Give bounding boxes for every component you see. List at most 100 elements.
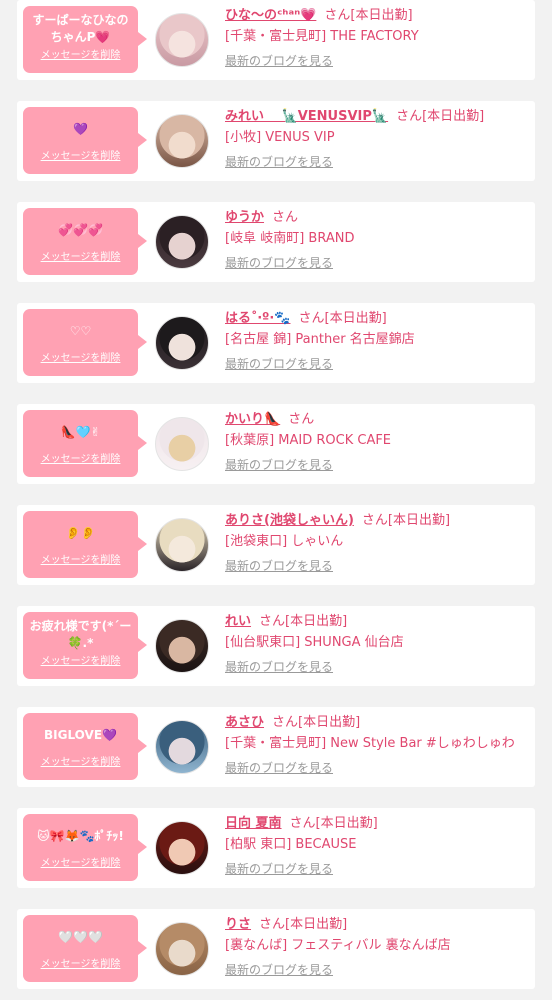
shop-name: [小牧] VENUS VIP bbox=[225, 130, 335, 145]
duty-status: [本日出勤] bbox=[285, 917, 348, 932]
profile-name-link[interactable]: ありさ(池袋しゃいん) bbox=[225, 513, 354, 528]
profile-name-link[interactable]: ひな〜のᶜʰᵃⁿ💗 bbox=[225, 8, 316, 23]
avatar[interactable] bbox=[155, 316, 209, 370]
message-bubble: 👂👂 メッセージを削除 bbox=[23, 511, 147, 578]
profile-info: れい さん[本日出勤] [仙台駅東口] SHUNGA 仙台店 最新のブログを見る bbox=[225, 612, 531, 675]
message-card: 🤍🤍🤍 メッセージを削除 りさ さん[本日出勤] [裏なんば] フェスティバル 裏… bbox=[17, 909, 535, 989]
shop-name: [岐阜 岐南町] BRAND bbox=[225, 231, 355, 246]
profile-info: かいり👠 さん [秋葉原] MAID ROCK CAFE 最新のブログを見る bbox=[225, 410, 531, 473]
honorific: さん bbox=[272, 210, 299, 225]
latest-blog-link[interactable]: 最新のブログを見る bbox=[225, 457, 333, 473]
honorific: さん bbox=[396, 109, 423, 124]
profile-name-link[interactable]: れい bbox=[225, 614, 251, 629]
message-card: ♡♡ メッセージを削除 はる˚‧º·🐾 さん[本日出勤] [名古屋 錦] Pant… bbox=[17, 303, 535, 383]
message-bubble: お疲れ様です(*´ー 🍀.* メッセージを削除 bbox=[23, 612, 147, 679]
honorific: さん bbox=[259, 917, 286, 932]
delete-message-link[interactable]: メッセージを削除 bbox=[23, 756, 138, 770]
profile-name-link[interactable]: 日向 夏南 bbox=[225, 816, 282, 831]
avatar[interactable] bbox=[155, 13, 209, 67]
profile-name-link[interactable]: ゆうか bbox=[225, 210, 264, 225]
message-card: 💜 メッセージを削除 みれい 🗽VENUSVIP🗽 さん[本日出勤] [小牧] V… bbox=[17, 101, 535, 181]
profile-info: ありさ(池袋しゃいん) さん[本日出勤] [池袋東口] しゃいん 最新のブログを見… bbox=[225, 511, 531, 574]
message-text: ♡♡ bbox=[69, 324, 92, 338]
delete-message-link[interactable]: メッセージを削除 bbox=[23, 352, 138, 366]
duty-status: [本日出勤] bbox=[350, 8, 413, 23]
delete-message-link[interactable]: メッセージを削除 bbox=[23, 150, 138, 164]
shop-name: [千葉・富士見町] THE FACTORY bbox=[225, 29, 419, 44]
delete-message-link[interactable]: メッセージを削除 bbox=[23, 857, 138, 871]
profile-info: はる˚‧º·🐾 さん[本日出勤] [名古屋 錦] Panther 名古屋錦店 最新… bbox=[225, 309, 531, 372]
avatar[interactable] bbox=[155, 720, 209, 774]
duty-status: [本日出勤] bbox=[298, 715, 361, 730]
message-bubble: BIGLOVE💜 メッセージを削除 bbox=[23, 713, 147, 780]
shop-name: [名古屋 錦] Panther 名古屋錦店 bbox=[225, 332, 415, 347]
message-bubble: 💞💞💞 メッセージを削除 bbox=[23, 208, 147, 275]
honorific: さん bbox=[361, 513, 388, 528]
profile-name-link[interactable]: りさ bbox=[225, 917, 251, 932]
profile-info: みれい 🗽VENUSVIP🗽 さん[本日出勤] [小牧] VENUS VIP 最新… bbox=[225, 107, 531, 170]
message-bubble: 🐱🎀🦊🐾ﾎﾟﾁｯ! メッセージを削除 bbox=[23, 814, 147, 881]
avatar[interactable] bbox=[155, 215, 209, 269]
avatar[interactable] bbox=[155, 114, 209, 168]
profile-info: 日向 夏南 さん[本日出勤] [柏駅 東口] BECAUSE 最新のブログを見る bbox=[225, 814, 531, 877]
avatar[interactable] bbox=[155, 518, 209, 572]
delete-message-link[interactable]: メッセージを削除 bbox=[23, 251, 138, 265]
profile-info: ゆうか さん [岐阜 岐南町] BRAND 最新のブログを見る bbox=[225, 208, 531, 271]
message-bubble: 👠🩵✌ メッセージを削除 bbox=[23, 410, 147, 477]
duty-status: [本日出勤] bbox=[324, 311, 387, 326]
honorific: さん bbox=[272, 715, 299, 730]
duty-status: [本日出勤] bbox=[285, 614, 348, 629]
shop-name: [秋葉原] MAID ROCK CAFE bbox=[225, 433, 392, 448]
duty-status: [本日出勤] bbox=[422, 109, 485, 124]
delete-message-link[interactable]: メッセージを削除 bbox=[23, 554, 138, 568]
message-bubble: 💜 メッセージを削除 bbox=[23, 107, 147, 174]
latest-blog-link[interactable]: 最新のブログを見る bbox=[225, 861, 333, 877]
message-card: すーぱーなひなの ちゃんP💗 メッセージを削除 ひな〜のᶜʰᵃⁿ💗 さん[本日出勤… bbox=[17, 0, 535, 80]
profile-name-link[interactable]: かいり👠 bbox=[225, 412, 280, 427]
latest-blog-link[interactable]: 最新のブログを見る bbox=[225, 558, 333, 574]
latest-blog-link[interactable]: 最新のブログを見る bbox=[225, 154, 333, 170]
delete-message-link[interactable]: メッセージを削除 bbox=[23, 655, 138, 669]
delete-message-link[interactable]: メッセージを削除 bbox=[23, 49, 138, 63]
avatar[interactable] bbox=[155, 619, 209, 673]
message-text: 🐱🎀🦊🐾ﾎﾟﾁｯ! bbox=[37, 829, 124, 843]
delete-message-link[interactable]: メッセージを削除 bbox=[23, 958, 138, 972]
latest-blog-link[interactable]: 最新のブログを見る bbox=[225, 659, 333, 675]
profile-name-link[interactable]: みれい 🗽VENUSVIP🗽 bbox=[225, 109, 388, 124]
latest-blog-link[interactable]: 最新のブログを見る bbox=[225, 760, 333, 776]
profile-name-link[interactable]: はる˚‧º·🐾 bbox=[225, 311, 290, 326]
avatar[interactable] bbox=[155, 417, 209, 471]
message-list: すーぱーなひなの ちゃんP💗 メッセージを削除 ひな〜のᶜʰᵃⁿ💗 さん[本日出勤… bbox=[0, 0, 552, 1000]
shop-name: [仙台駅東口] SHUNGA 仙台店 bbox=[225, 635, 404, 650]
latest-blog-link[interactable]: 最新のブログを見る bbox=[225, 962, 333, 978]
message-text: 🤍🤍🤍 bbox=[58, 930, 103, 944]
message-text: 💞💞💞 bbox=[58, 223, 103, 237]
avatar[interactable] bbox=[155, 922, 209, 976]
profile-info: りさ さん[本日出勤] [裏なんば] フェスティバル 裏なんば店 最新のブログを見… bbox=[225, 915, 531, 978]
message-card: 🐱🎀🦊🐾ﾎﾟﾁｯ! メッセージを削除 日向 夏南 さん[本日出勤] [柏駅 東口]… bbox=[17, 808, 535, 888]
message-bubble: ♡♡ メッセージを削除 bbox=[23, 309, 147, 376]
message-bubble: 🤍🤍🤍 メッセージを削除 bbox=[23, 915, 147, 982]
shop-name: [柏駅 東口] BECAUSE bbox=[225, 837, 357, 852]
message-text: お疲れ様です(*´ー 🍀.* bbox=[29, 618, 132, 650]
shop-name: [裏なんば] フェスティバル 裏なんば店 bbox=[225, 938, 451, 953]
profile-info: あさひ さん[本日出勤] [千葉・富士見町] New Style Bar #しゅわ… bbox=[225, 713, 531, 776]
latest-blog-link[interactable]: 最新のブログを見る bbox=[225, 255, 333, 271]
avatar[interactable] bbox=[155, 821, 209, 875]
duty-status: [本日出勤] bbox=[315, 816, 378, 831]
message-card: 👂👂 メッセージを削除 ありさ(池袋しゃいん) さん[本日出勤] [池袋東口] し… bbox=[17, 505, 535, 585]
message-text: 👂👂 bbox=[65, 526, 96, 540]
honorific: さん bbox=[298, 311, 325, 326]
message-card: 👠🩵✌ メッセージを削除 かいり👠 さん [秋葉原] MAID ROCK CAFE… bbox=[17, 404, 535, 484]
duty-status: [本日出勤] bbox=[387, 513, 451, 528]
honorific: さん bbox=[288, 412, 315, 427]
latest-blog-link[interactable]: 最新のブログを見る bbox=[225, 356, 333, 372]
latest-blog-link[interactable]: 最新のブログを見る bbox=[225, 53, 333, 69]
delete-message-link[interactable]: メッセージを削除 bbox=[23, 453, 138, 467]
profile-info: ひな〜のᶜʰᵃⁿ💗 さん[本日出勤] [千葉・富士見町] THE FACTORY … bbox=[225, 6, 531, 69]
message-text: すーぱーなひなの ちゃんP💗 bbox=[32, 12, 129, 44]
message-text: 💜 bbox=[73, 122, 88, 136]
shop-name: [池袋東口] しゃいん bbox=[225, 534, 344, 549]
profile-name-link[interactable]: あさひ bbox=[225, 715, 264, 730]
message-card: BIGLOVE💜 メッセージを削除 あさひ さん[本日出勤] [千葉・富士見町] … bbox=[17, 707, 535, 787]
